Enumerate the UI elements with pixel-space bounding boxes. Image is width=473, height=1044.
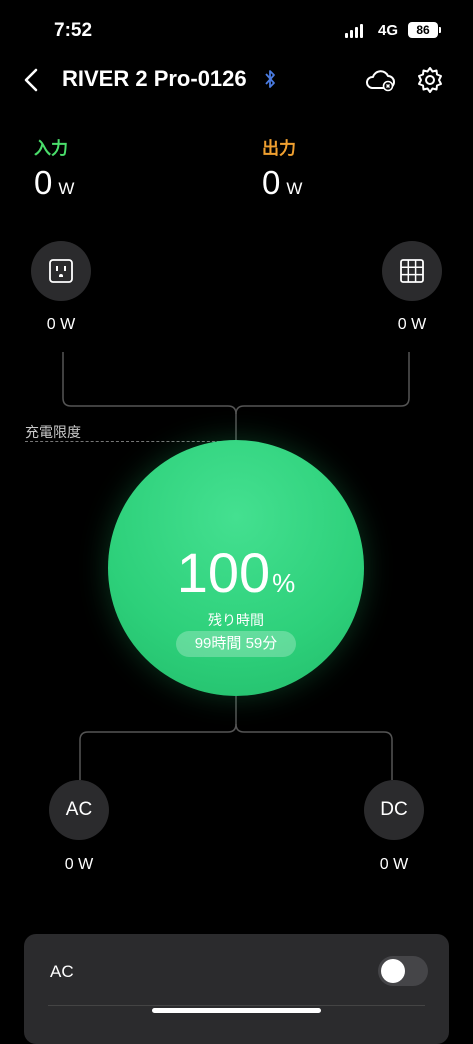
ac-outlet-icon [49, 259, 73, 283]
percent-sign: % [272, 568, 296, 598]
ac-output-label: AC [65, 799, 93, 820]
dc-output-value: 0 W [379, 856, 409, 873]
battery-percent-value: 100 [176, 541, 271, 604]
battery-circle[interactable]: 100% 残り時間 99時間 59分 [108, 440, 364, 696]
solar-input-value: 0 W [397, 316, 427, 333]
home-indicator[interactable] [152, 1008, 321, 1013]
charge-limit-line [25, 441, 225, 442]
dc-output-label: DC [380, 799, 408, 820]
output-control-card [24, 934, 449, 1044]
ac-output-value: 0 W [64, 856, 94, 873]
ac-input-value: 0 W [46, 316, 76, 333]
ac-input-button[interactable] [31, 241, 91, 301]
solar-input-button[interactable] [382, 241, 442, 301]
ac-toggle-label: AC [50, 962, 74, 981]
battery-percent: 100% [108, 540, 364, 605]
dc-output-button[interactable]: DC [364, 780, 424, 840]
charge-limit-label[interactable]: 充電限度 [25, 422, 81, 442]
card-divider [48, 1005, 425, 1006]
ac-output-button[interactable]: AC [49, 780, 109, 840]
remaining-time-value: 99時間 59分 [176, 631, 296, 657]
remaining-time-label: 残り時間 [208, 612, 264, 628]
solar-panel-icon [400, 259, 424, 283]
ac-toggle-knob[interactable] [381, 959, 405, 983]
